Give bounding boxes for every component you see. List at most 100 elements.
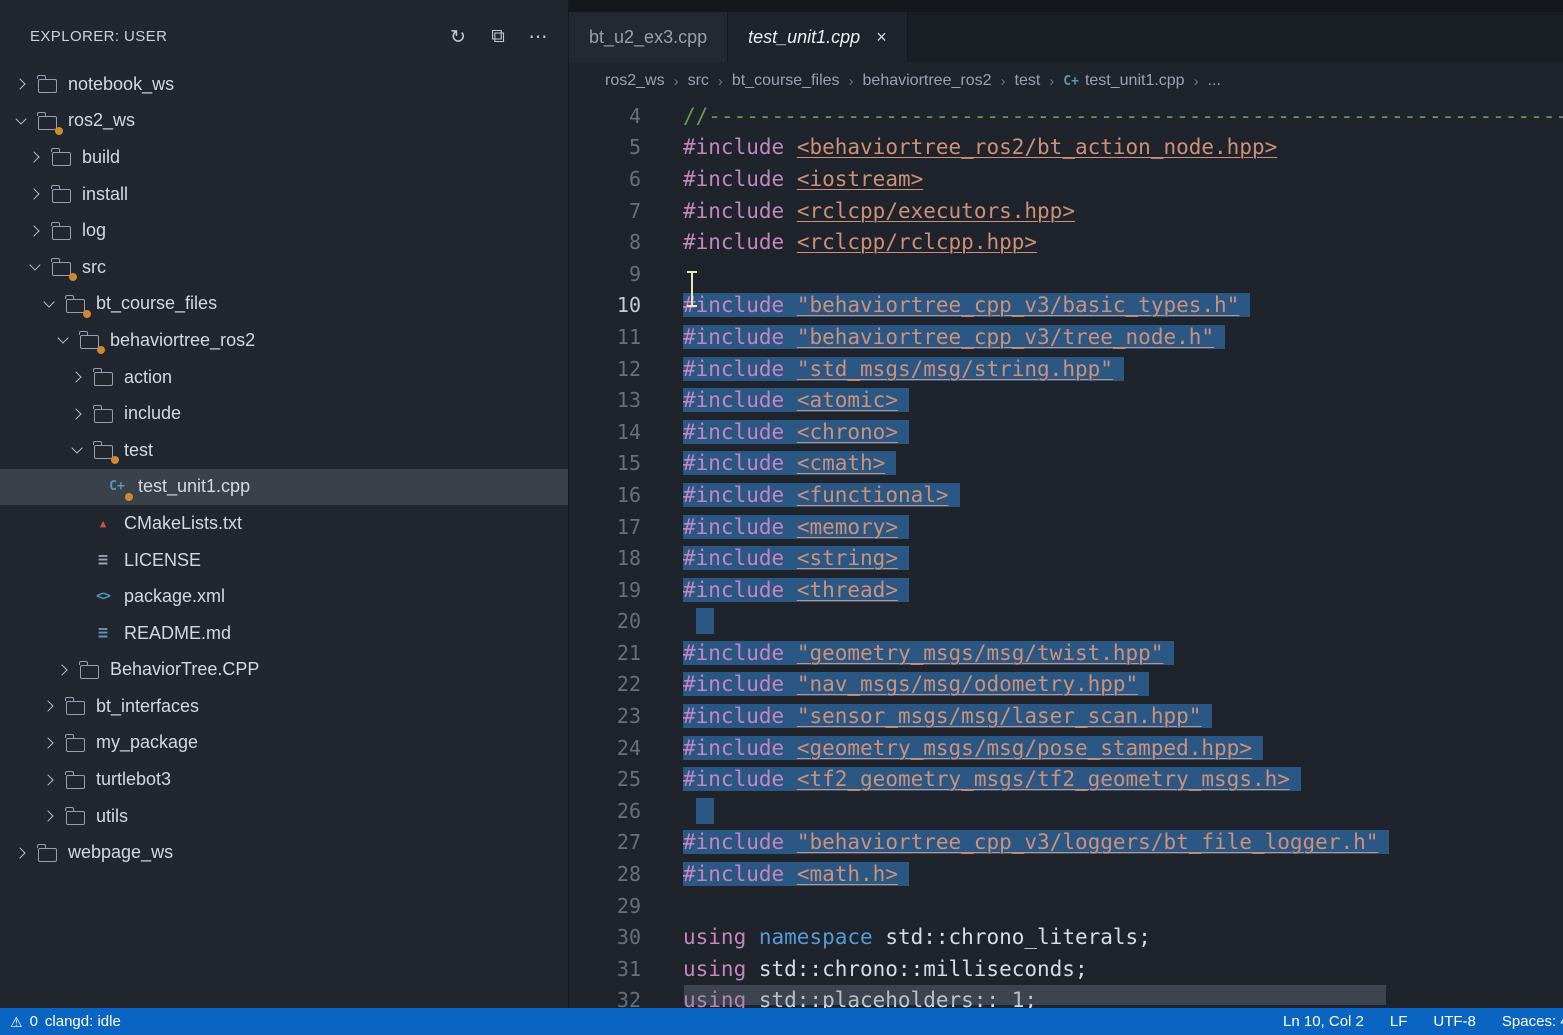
code-line-19[interactable]: 19#include <thread> [569, 574, 1563, 606]
code-line-11[interactable]: 11#include "behaviortree_cpp_v3/tree_nod… [569, 321, 1563, 353]
line-number[interactable]: 26 [569, 799, 641, 823]
line-number[interactable]: 30 [569, 925, 641, 949]
breadcrumb-item-src[interactable]: src [688, 72, 709, 90]
line-number[interactable]: 23 [569, 704, 641, 728]
line-number[interactable]: 13 [569, 388, 641, 412]
sidebar-item-behaviortree_ros2[interactable]: behaviortree_ros2 [0, 322, 568, 359]
code-line-7[interactable]: 7#include <rclcpp/executors.hpp> [569, 195, 1563, 227]
line-number[interactable]: 16 [569, 483, 641, 507]
breadcrumb-item-test_unit1.cpp[interactable]: C+test_unit1.cpp [1063, 72, 1184, 90]
cursor-position[interactable]: Ln 10, Col 2 [1283, 1013, 1364, 1030]
sidebar-item-action[interactable]: action [0, 359, 568, 396]
code-line-6[interactable]: 6#include <iostream> [569, 163, 1563, 195]
line-number[interactable]: 29 [569, 894, 641, 918]
sidebar-item-notebook_ws[interactable]: notebook_ws [0, 66, 568, 103]
lsp-status[interactable]: clangd: idle [45, 1013, 121, 1030]
sidebar-item-turtlebot3[interactable]: turtlebot3 [0, 761, 568, 798]
warning-icon[interactable]: ⚠ [10, 1015, 23, 1029]
line-number[interactable]: 28 [569, 862, 641, 886]
line-number[interactable]: 10 [569, 293, 641, 317]
tab-close-icon[interactable]: × [876, 28, 887, 46]
problems-count[interactable]: 0 [30, 1013, 38, 1030]
code-line-27[interactable]: 27#include "behaviortree_cpp_v3/loggers/… [569, 827, 1563, 859]
line-number[interactable]: 31 [569, 957, 641, 981]
sidebar-item-build[interactable]: build [0, 139, 568, 176]
sidebar-item-my_package[interactable]: my_package [0, 725, 568, 762]
code-line-13[interactable]: 13#include <atomic> [569, 384, 1563, 416]
sidebar-item-README.md[interactable]: ≡README.md [0, 615, 568, 652]
sidebar-item-utils[interactable]: utils [0, 798, 568, 835]
line-number[interactable]: 4 [569, 104, 641, 128]
line-number[interactable]: 9 [569, 262, 641, 286]
code-line-28[interactable]: 28#include <math.h> [569, 858, 1563, 890]
sidebar-item-package.xml[interactable]: <>package.xml [0, 578, 568, 615]
line-number[interactable]: 22 [569, 672, 641, 696]
code-area[interactable]: 4//-------------------------------------… [569, 100, 1563, 1008]
code-line-25[interactable]: 25#include <tf2_geometry_msgs/tf2_geomet… [569, 763, 1563, 795]
eol-indicator[interactable]: LF [1390, 1013, 1408, 1030]
sidebar-item-include[interactable]: include [0, 395, 568, 432]
line-number[interactable]: 27 [569, 830, 641, 854]
code-line-16[interactable]: 16#include <functional> [569, 479, 1563, 511]
sidebar-item-test[interactable]: test [0, 432, 568, 469]
breadcrumb-item-ros2_ws[interactable]: ros2_ws [605, 72, 665, 90]
code-line-12[interactable]: 12#include "std_msgs/msg/string.hpp" [569, 353, 1563, 385]
more-actions-icon[interactable]: ⋯ [522, 22, 554, 52]
code-line-4[interactable]: 4//-------------------------------------… [569, 100, 1563, 132]
code-line-10[interactable]: 10#include "behaviortree_cpp_v3/basic_ty… [569, 290, 1563, 322]
breadcrumb-item-behaviortree_ros2[interactable]: behaviortree_ros2 [863, 72, 992, 90]
code-line-5[interactable]: 5#include <behaviortree_ros2/bt_action_n… [569, 132, 1563, 164]
line-number[interactable]: 5 [569, 135, 641, 159]
code-line-17[interactable]: 17#include <memory> [569, 511, 1563, 543]
sidebar-item-webpage_ws[interactable]: webpage_ws [0, 834, 568, 871]
collapse-folders-icon[interactable]: ⧉ [482, 22, 514, 52]
sidebar-item-BehaviorTree.CPP[interactable]: BehaviorTree.CPP [0, 652, 568, 689]
encoding-indicator[interactable]: UTF-8 [1433, 1013, 1476, 1030]
sidebar-item-log[interactable]: log [0, 212, 568, 249]
line-number[interactable]: 6 [569, 167, 641, 191]
line-number[interactable]: 17 [569, 515, 641, 539]
line-number[interactable]: 20 [569, 609, 641, 633]
code-line-30[interactable]: 30using namespace std::chrono_literals; [569, 921, 1563, 953]
code-line-24[interactable]: 24#include <geometry_msgs/msg/pose_stamp… [569, 732, 1563, 764]
sidebar-item-src[interactable]: src [0, 249, 568, 286]
sidebar-item-ros2_ws[interactable]: ros2_ws [0, 103, 568, 140]
line-number[interactable]: 18 [569, 546, 641, 570]
line-number[interactable]: 21 [569, 641, 641, 665]
line-number[interactable]: 8 [569, 230, 641, 254]
code-line-26[interactable]: 26 [569, 795, 1563, 827]
code-line-23[interactable]: 23#include "sensor_msgs/msg/laser_scan.h… [569, 700, 1563, 732]
line-number[interactable]: 25 [569, 767, 641, 791]
sidebar-item-LICENSE[interactable]: ≡LICENSE [0, 542, 568, 579]
tab-bt_u2_ex3.cpp[interactable]: bt_u2_ex3.cpp [569, 12, 728, 62]
code-line-21[interactable]: 21#include "geometry_msgs/msg/twist.hpp" [569, 637, 1563, 669]
line-number[interactable]: 15 [569, 451, 641, 475]
sidebar-item-bt_course_files[interactable]: bt_course_files [0, 286, 568, 323]
sidebar-item-test_unit1.cpp[interactable]: C+test_unit1.cpp [0, 469, 568, 506]
code-line-8[interactable]: 8#include <rclcpp/rclcpp.hpp> [569, 226, 1563, 258]
line-number[interactable]: 24 [569, 736, 641, 760]
indentation-indicator[interactable]: Spaces: 4 [1502, 1013, 1563, 1030]
line-number[interactable]: 11 [569, 325, 641, 349]
code-line-22[interactable]: 22#include "nav_msgs/msg/odometry.hpp" [569, 669, 1563, 701]
code-line-9[interactable]: 9 [569, 258, 1563, 290]
breadcrumb-item-...[interactable]: ... [1208, 72, 1221, 90]
line-number[interactable]: 14 [569, 420, 641, 444]
refresh-icon[interactable]: ↻ [442, 22, 474, 52]
line-number[interactable]: 7 [569, 199, 641, 223]
sidebar-item-install[interactable]: install [0, 176, 568, 213]
code-line-20[interactable]: 20 [569, 606, 1563, 638]
line-number[interactable]: 32 [569, 988, 641, 1008]
code-line-14[interactable]: 14#include <chrono> [569, 416, 1563, 448]
breadcrumb-item-bt_course_files[interactable]: bt_course_files [732, 72, 840, 90]
sidebar-item-bt_interfaces[interactable]: bt_interfaces [0, 688, 568, 725]
code-line-31[interactable]: 31using std::chrono::milliseconds; [569, 953, 1563, 985]
line-number[interactable]: 19 [569, 578, 641, 602]
horizontal-scrollbar[interactable] [684, 985, 1386, 1005]
code-line-29[interactable]: 29 [569, 890, 1563, 922]
breadcrumb-item-test[interactable]: test [1015, 72, 1041, 90]
sidebar-item-CMakeLists.txt[interactable]: ▲CMakeLists.txt [0, 505, 568, 542]
line-number[interactable]: 12 [569, 357, 641, 381]
code-line-15[interactable]: 15#include <cmath> [569, 448, 1563, 480]
tab-test_unit1.cpp[interactable]: test_unit1.cpp× [728, 12, 908, 62]
